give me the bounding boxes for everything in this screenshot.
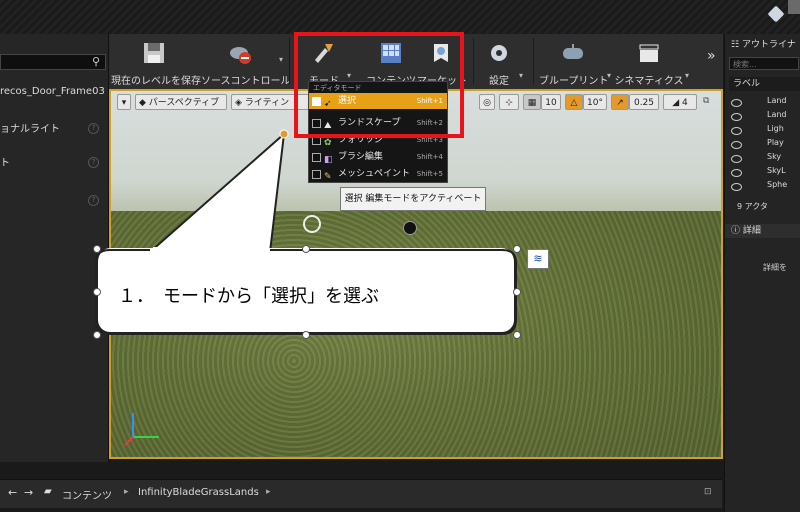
resize-handle[interactable] [93,331,101,339]
resize-handle[interactable] [513,331,521,339]
resize-handle[interactable] [93,245,101,253]
callout-text: １． モードから「選択」を選ぶ [118,286,379,307]
resize-handle[interactable] [302,245,310,253]
resize-handle[interactable] [513,245,521,253]
resize-handle[interactable] [513,288,521,296]
callout-border [95,249,517,335]
resize-handle[interactable] [302,331,310,339]
resize-handle[interactable] [93,288,101,296]
